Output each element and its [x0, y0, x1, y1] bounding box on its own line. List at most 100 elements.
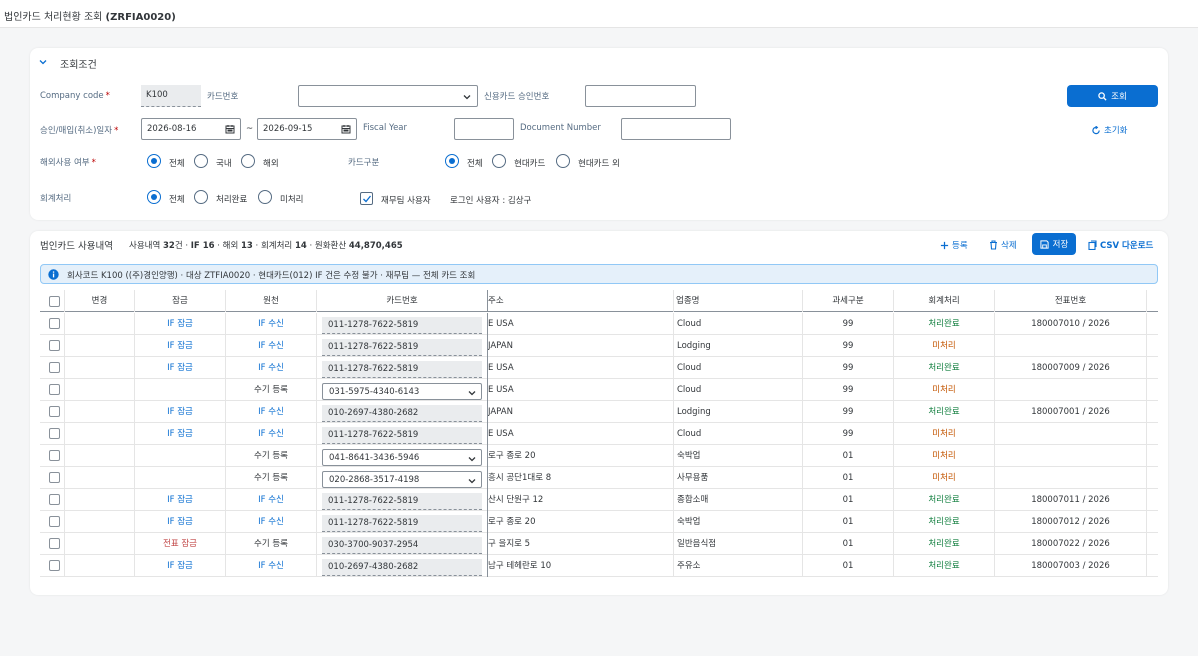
table-row[interactable]: IF 잠금 IF 수신 010-2697-4380-2682 JAPAN Lodging… [40, 401, 1158, 423]
reset-button[interactable]: 초기화 [1092, 124, 1127, 136]
table-row[interactable]: IF 잠금 IF 수신 011-1278-7622-5819 E USA Cloud 99… [40, 423, 1158, 445]
doc-no-cell[interactable] [995, 445, 1147, 467]
doc-no-cell[interactable]: 180007022 / 2026 [995, 533, 1147, 555]
source-cell[interactable]: IF 수신 [226, 313, 317, 335]
delete-button[interactable]: 삭제 [989, 239, 1017, 251]
date-from-input[interactable]: 2026-08-16 [141, 118, 241, 140]
column-header-accounting[interactable]: 회계처리 [894, 290, 995, 312]
card-no-field[interactable]: 011-1278-7622-5819 [322, 317, 482, 334]
card-no-field[interactable]: 010-2697-4380-2682 [322, 405, 482, 422]
calendar-icon[interactable] [225, 124, 235, 134]
row-checkbox[interactable] [49, 428, 60, 439]
overseas-radio-domestic[interactable] [194, 154, 208, 168]
source-cell[interactable]: IF 수신 [226, 489, 317, 511]
card-no-select[interactable]: 020-2868-3517-4198 [322, 471, 482, 488]
accounting-radio-all[interactable] [147, 190, 161, 204]
source-cell[interactable]: IF 수신 [226, 335, 317, 357]
card-no-field[interactable]: 011-1278-7622-5819 [322, 515, 482, 532]
calendar-icon[interactable] [341, 124, 351, 134]
row-checkbox[interactable] [49, 516, 60, 527]
row-checkbox[interactable] [49, 494, 60, 505]
lock-cell[interactable]: IF 잠금 [135, 489, 226, 511]
source-cell[interactable]: IF 수신 [226, 357, 317, 379]
company-code-field[interactable]: K100 [141, 85, 201, 107]
column-header-lock[interactable]: 잠금 [135, 290, 226, 312]
column-header-address[interactable]: 주소 [488, 290, 674, 312]
source-cell[interactable]: 수기 등록 [226, 467, 317, 489]
doc-no-cell[interactable]: 180007003 / 2026 [995, 555, 1147, 577]
overseas-radio-overseas[interactable] [241, 154, 255, 168]
column-header-doc-no[interactable]: 전표번호 [995, 290, 1147, 312]
accounting-radio-pending[interactable] [258, 190, 272, 204]
row-checkbox[interactable] [49, 538, 60, 549]
row-checkbox[interactable] [49, 318, 60, 329]
search-button[interactable]: 조회 [1067, 85, 1158, 107]
table-row[interactable]: IF 잠금 IF 수신 011-1278-7622-5819 E USA Cloud 99… [40, 313, 1158, 335]
doc-no-cell[interactable]: 180007010 / 2026 [995, 313, 1147, 335]
card-type-radio-hyundai[interactable] [492, 154, 506, 168]
row-checkbox[interactable] [49, 362, 60, 373]
card-no-select[interactable] [298, 85, 478, 107]
finance-team-checkbox[interactable] [360, 192, 373, 205]
doc-no-cell[interactable] [995, 423, 1147, 445]
lock-cell[interactable]: 전표 잠금 [135, 533, 226, 555]
table-row[interactable]: IF 잠금 IF 수신 011-1278-7622-5819 로구 종로 20 숙박업 0… [40, 511, 1158, 533]
approval-input[interactable] [585, 85, 696, 107]
doc-no-cell[interactable]: 180007001 / 2026 [995, 401, 1147, 423]
lock-cell[interactable]: IF 잠금 [135, 335, 226, 357]
card-no-field[interactable]: 030-3700-9037-2954 [322, 537, 482, 554]
select-all-checkbox[interactable] [49, 296, 60, 307]
doc-no-cell[interactable]: 180007012 / 2026 [995, 511, 1147, 533]
doc-no-cell[interactable] [995, 335, 1147, 357]
lock-cell[interactable]: IF 잠금 [135, 401, 226, 423]
row-checkbox[interactable] [49, 384, 60, 395]
lock-cell[interactable]: IF 잠금 [135, 313, 226, 335]
card-no-select[interactable]: 031-5975-4340-6143 [322, 383, 482, 400]
table-row[interactable]: 전표 잠금 수기 등록 030-3700-9037-2954 구 을지로 5 일반음식점… [40, 533, 1158, 555]
doc-number-input[interactable] [621, 118, 731, 140]
overseas-radio-all[interactable] [147, 154, 161, 168]
filter-section-title[interactable]: 조회조건 [60, 56, 97, 71]
lock-cell[interactable] [135, 445, 226, 467]
lock-cell[interactable]: IF 잠금 [135, 555, 226, 577]
table-row[interactable]: 수기 등록 020-2868-3517-4198 흥시 공단1대로 8 사무용품 01 미… [40, 467, 1158, 489]
row-checkbox[interactable] [49, 406, 60, 417]
card-type-radio-all[interactable] [445, 154, 459, 168]
doc-no-cell[interactable] [995, 467, 1147, 489]
table-row[interactable]: IF 잠금 IF 수신 011-1278-7622-5819 산시 단원구 12 종합소… [40, 489, 1158, 511]
csv-download-button[interactable]: CSV 다운로드 [1088, 239, 1153, 251]
column-header-card-no[interactable]: 카드번호 [317, 290, 488, 312]
lock-cell[interactable] [135, 379, 226, 401]
card-no-field[interactable]: 010-2697-4380-2682 [322, 559, 482, 576]
lock-cell[interactable] [135, 467, 226, 489]
card-no-field[interactable]: 011-1278-7622-5819 [322, 339, 482, 356]
table-row[interactable]: IF 잠금 IF 수신 011-1278-7622-5819 JAPAN Lodging… [40, 335, 1158, 357]
register-button[interactable]: 등록 [940, 239, 968, 251]
table-row[interactable]: IF 잠금 IF 수신 011-1278-7622-5819 E USA Cloud 99… [40, 357, 1158, 379]
lock-cell[interactable]: IF 잠금 [135, 357, 226, 379]
lock-cell[interactable]: IF 잠금 [135, 511, 226, 533]
column-header-tax[interactable]: 과세구분 [803, 290, 894, 312]
save-button[interactable]: 저장 [1032, 233, 1076, 255]
card-no-field[interactable]: 011-1278-7622-5819 [322, 361, 482, 378]
row-checkbox[interactable] [49, 472, 60, 483]
column-header-source[interactable]: 원천 [226, 290, 317, 312]
row-checkbox[interactable] [49, 560, 60, 571]
source-cell[interactable]: 수기 등록 [226, 379, 317, 401]
row-checkbox[interactable] [49, 340, 60, 351]
table-row[interactable]: 수기 등록 041-8641-3436-5946 로구 종로 20 숙박업 01 미처리 [40, 445, 1158, 467]
source-cell[interactable]: IF 수신 [226, 423, 317, 445]
lock-cell[interactable]: IF 잠금 [135, 423, 226, 445]
source-cell[interactable]: IF 수신 [226, 401, 317, 423]
source-cell[interactable]: 수기 등록 [226, 533, 317, 555]
card-no-field[interactable]: 011-1278-7622-5819 [322, 427, 482, 444]
source-cell[interactable]: IF 수신 [226, 555, 317, 577]
doc-no-cell[interactable] [995, 379, 1147, 401]
date-to-input[interactable]: 2026-09-15 [257, 118, 357, 140]
table-row[interactable]: IF 잠금 IF 수신 010-2697-4380-2682 남구 테헤란로 10 주유… [40, 555, 1158, 577]
card-type-radio-other[interactable] [556, 154, 570, 168]
fiscal-year-input[interactable] [454, 118, 514, 140]
doc-no-cell[interactable]: 180007011 / 2026 [995, 489, 1147, 511]
source-cell[interactable]: 수기 등록 [226, 445, 317, 467]
card-no-field[interactable]: 011-1278-7622-5819 [322, 493, 482, 510]
